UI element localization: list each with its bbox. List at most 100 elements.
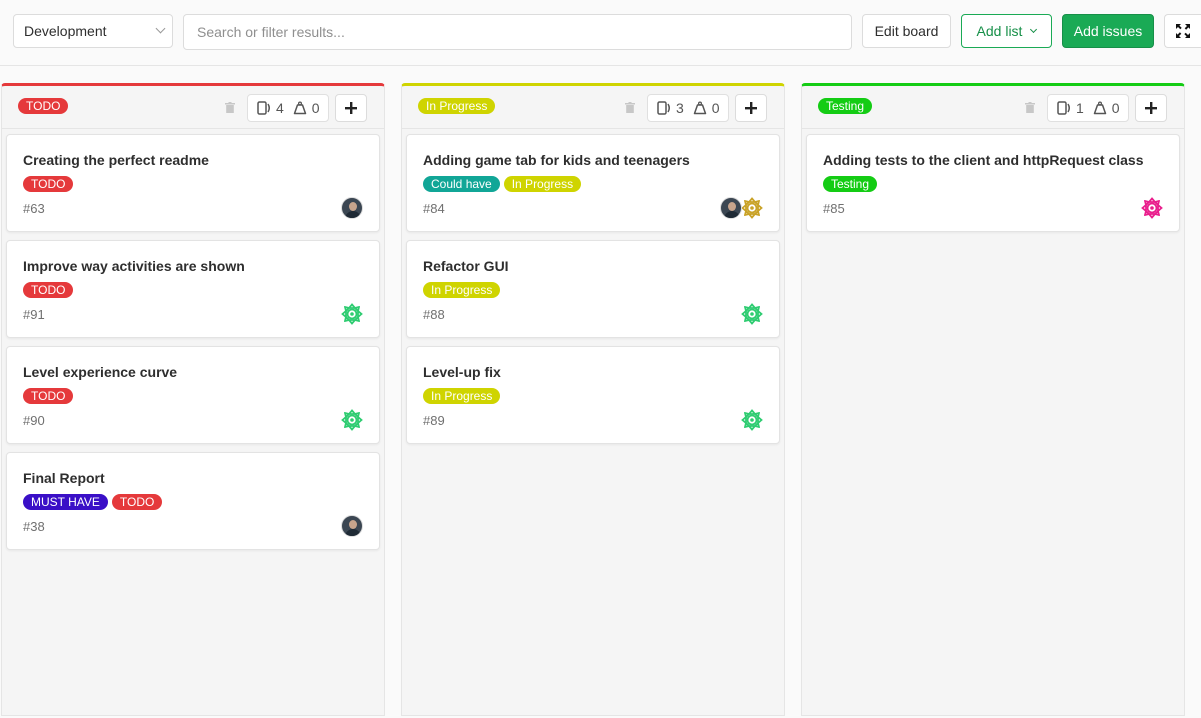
weight-count: 0 (1111, 100, 1120, 116)
trash-icon[interactable] (625, 102, 635, 113)
issue-number: #38 (23, 519, 45, 534)
issue-card[interactable]: Adding game tab for kids and teenagers Co… (406, 134, 780, 232)
user-avatar[interactable] (741, 197, 763, 219)
board-list: Testing 1 0 Adding tests to the client and … (801, 83, 1185, 716)
issue-label[interactable]: Could have (423, 176, 500, 192)
gold-identicon-icon (741, 197, 763, 219)
plus-icon (745, 102, 757, 114)
green-identicon-icon (741, 303, 763, 325)
issue-label[interactable]: In Progress (423, 388, 501, 404)
chevron-down-icon (155, 23, 166, 34)
issue-label[interactable]: TODO (23, 388, 74, 404)
issue-card[interactable]: Improve way activities are shown TODO #91 (6, 240, 380, 338)
issue-card[interactable]: Level-up fix In Progress #89 (406, 346, 780, 444)
add-list-button[interactable]: Add list (961, 14, 1052, 48)
search-input[interactable] (183, 14, 852, 50)
issue-label[interactable]: In Progress (423, 282, 501, 298)
green-identicon-icon (341, 303, 363, 325)
issue-title[interactable]: Improve way activities are shown (23, 258, 245, 274)
issue-labels: TODO (23, 176, 77, 192)
issue-title[interactable]: Level experience curve (23, 364, 177, 380)
weight-count: 0 (311, 100, 320, 116)
add-list-label: Add list (976, 23, 1023, 39)
issue-count: 3 (676, 100, 684, 116)
edit-board-button[interactable]: Edit board (862, 14, 951, 48)
trash-icon[interactable] (225, 102, 235, 113)
issue-title[interactable]: Final Report (23, 470, 105, 486)
issue-labels: TODO (23, 282, 77, 298)
list-label[interactable]: Testing (818, 98, 873, 114)
assignees (741, 303, 763, 325)
user-avatar[interactable] (341, 515, 363, 537)
board-list: TODO 4 0 Creating the perfect readme TODO #63… (1, 83, 385, 716)
trash-icon[interactable] (1025, 102, 1035, 113)
list-label[interactable]: TODO (18, 98, 69, 114)
issue-count: 1 (1076, 100, 1084, 116)
user-avatar[interactable] (741, 303, 763, 325)
issue-label[interactable]: TODO (111, 494, 163, 510)
issue-number: #90 (23, 413, 45, 428)
assignees (1141, 197, 1163, 219)
user-avatar[interactable] (741, 409, 763, 431)
pink-identicon-icon (1141, 197, 1163, 219)
assignees (341, 303, 363, 325)
issue-label[interactable]: Testing (823, 176, 878, 192)
user-avatar[interactable] (341, 197, 363, 219)
green-identicon-icon (741, 409, 763, 431)
weight-icon (1093, 101, 1107, 115)
list-counts: 10 (1047, 94, 1129, 122)
board-selector-dropdown[interactable]: Development (13, 14, 173, 48)
issue-title[interactable]: Refactor GUI (423, 258, 509, 274)
list-label[interactable]: In Progress (418, 98, 496, 114)
plus-icon (1145, 102, 1157, 114)
issue-labels: In Progress (423, 282, 504, 298)
assignees (341, 197, 363, 219)
issue-label[interactable]: MUST HAVE (23, 494, 108, 510)
issue-title[interactable]: Creating the perfect readme (23, 152, 209, 168)
weight-icon (293, 101, 307, 115)
issue-labels: MUST HAVE TODO (23, 494, 166, 510)
add-issue-button[interactable] (335, 94, 367, 122)
issue-labels: In Progress (423, 388, 504, 404)
issue-card[interactable]: Final Report MUST HAVE TODO #38 (6, 452, 380, 550)
issues-icon (1057, 101, 1070, 115)
issue-card[interactable]: Level experience curve TODO #90 (6, 346, 380, 444)
add-issues-button[interactable]: Add issues (1062, 14, 1154, 48)
user-avatar[interactable] (720, 197, 742, 219)
board-toolbar: Development Edit board Add list Add issu… (0, 0, 1201, 66)
assignees (741, 409, 763, 431)
weight-count: 0 (711, 100, 720, 116)
assignees (341, 409, 363, 431)
expand-icon (1176, 24, 1190, 38)
issue-title[interactable]: Adding tests to the client and httpReque… (823, 152, 1143, 168)
issue-title[interactable]: Adding game tab for kids and teenagers (423, 152, 690, 168)
issue-number: #91 (23, 307, 45, 322)
card-list: Adding tests to the client and httpReque… (806, 134, 1180, 240)
issue-number: #85 (823, 201, 845, 216)
issue-title[interactable]: Level-up fix (423, 364, 501, 380)
user-avatar[interactable] (341, 303, 363, 325)
issue-labels: TODO (23, 388, 77, 404)
plus-icon (345, 102, 357, 114)
chevron-down-icon (1030, 25, 1038, 34)
assignees (720, 197, 763, 219)
issue-card[interactable]: Refactor GUI In Progress #88 (406, 240, 780, 338)
list-counts: 40 (247, 94, 329, 122)
add-issue-button[interactable] (735, 94, 767, 122)
add-issue-button[interactable] (1135, 94, 1167, 122)
issue-label[interactable]: TODO (23, 282, 74, 298)
user-avatar[interactable] (1141, 197, 1163, 219)
issue-label[interactable]: TODO (23, 176, 74, 192)
issue-card[interactable]: Creating the perfect readme TODO #63 (6, 134, 380, 232)
user-avatar[interactable] (341, 409, 363, 431)
add-issues-label: Add issues (1073, 23, 1143, 39)
issue-count: 4 (276, 100, 284, 116)
issue-number: #89 (423, 413, 445, 428)
issue-label[interactable]: In Progress (503, 176, 582, 192)
issue-number: #84 (423, 201, 445, 216)
fullscreen-button[interactable] (1164, 14, 1201, 48)
card-list: Adding game tab for kids and teenagers Co… (406, 134, 780, 452)
board-selector-value: Development (24, 23, 107, 39)
issue-card[interactable]: Adding tests to the client and httpReque… (806, 134, 1180, 232)
list-header: Testing 1 0 (802, 86, 1184, 129)
